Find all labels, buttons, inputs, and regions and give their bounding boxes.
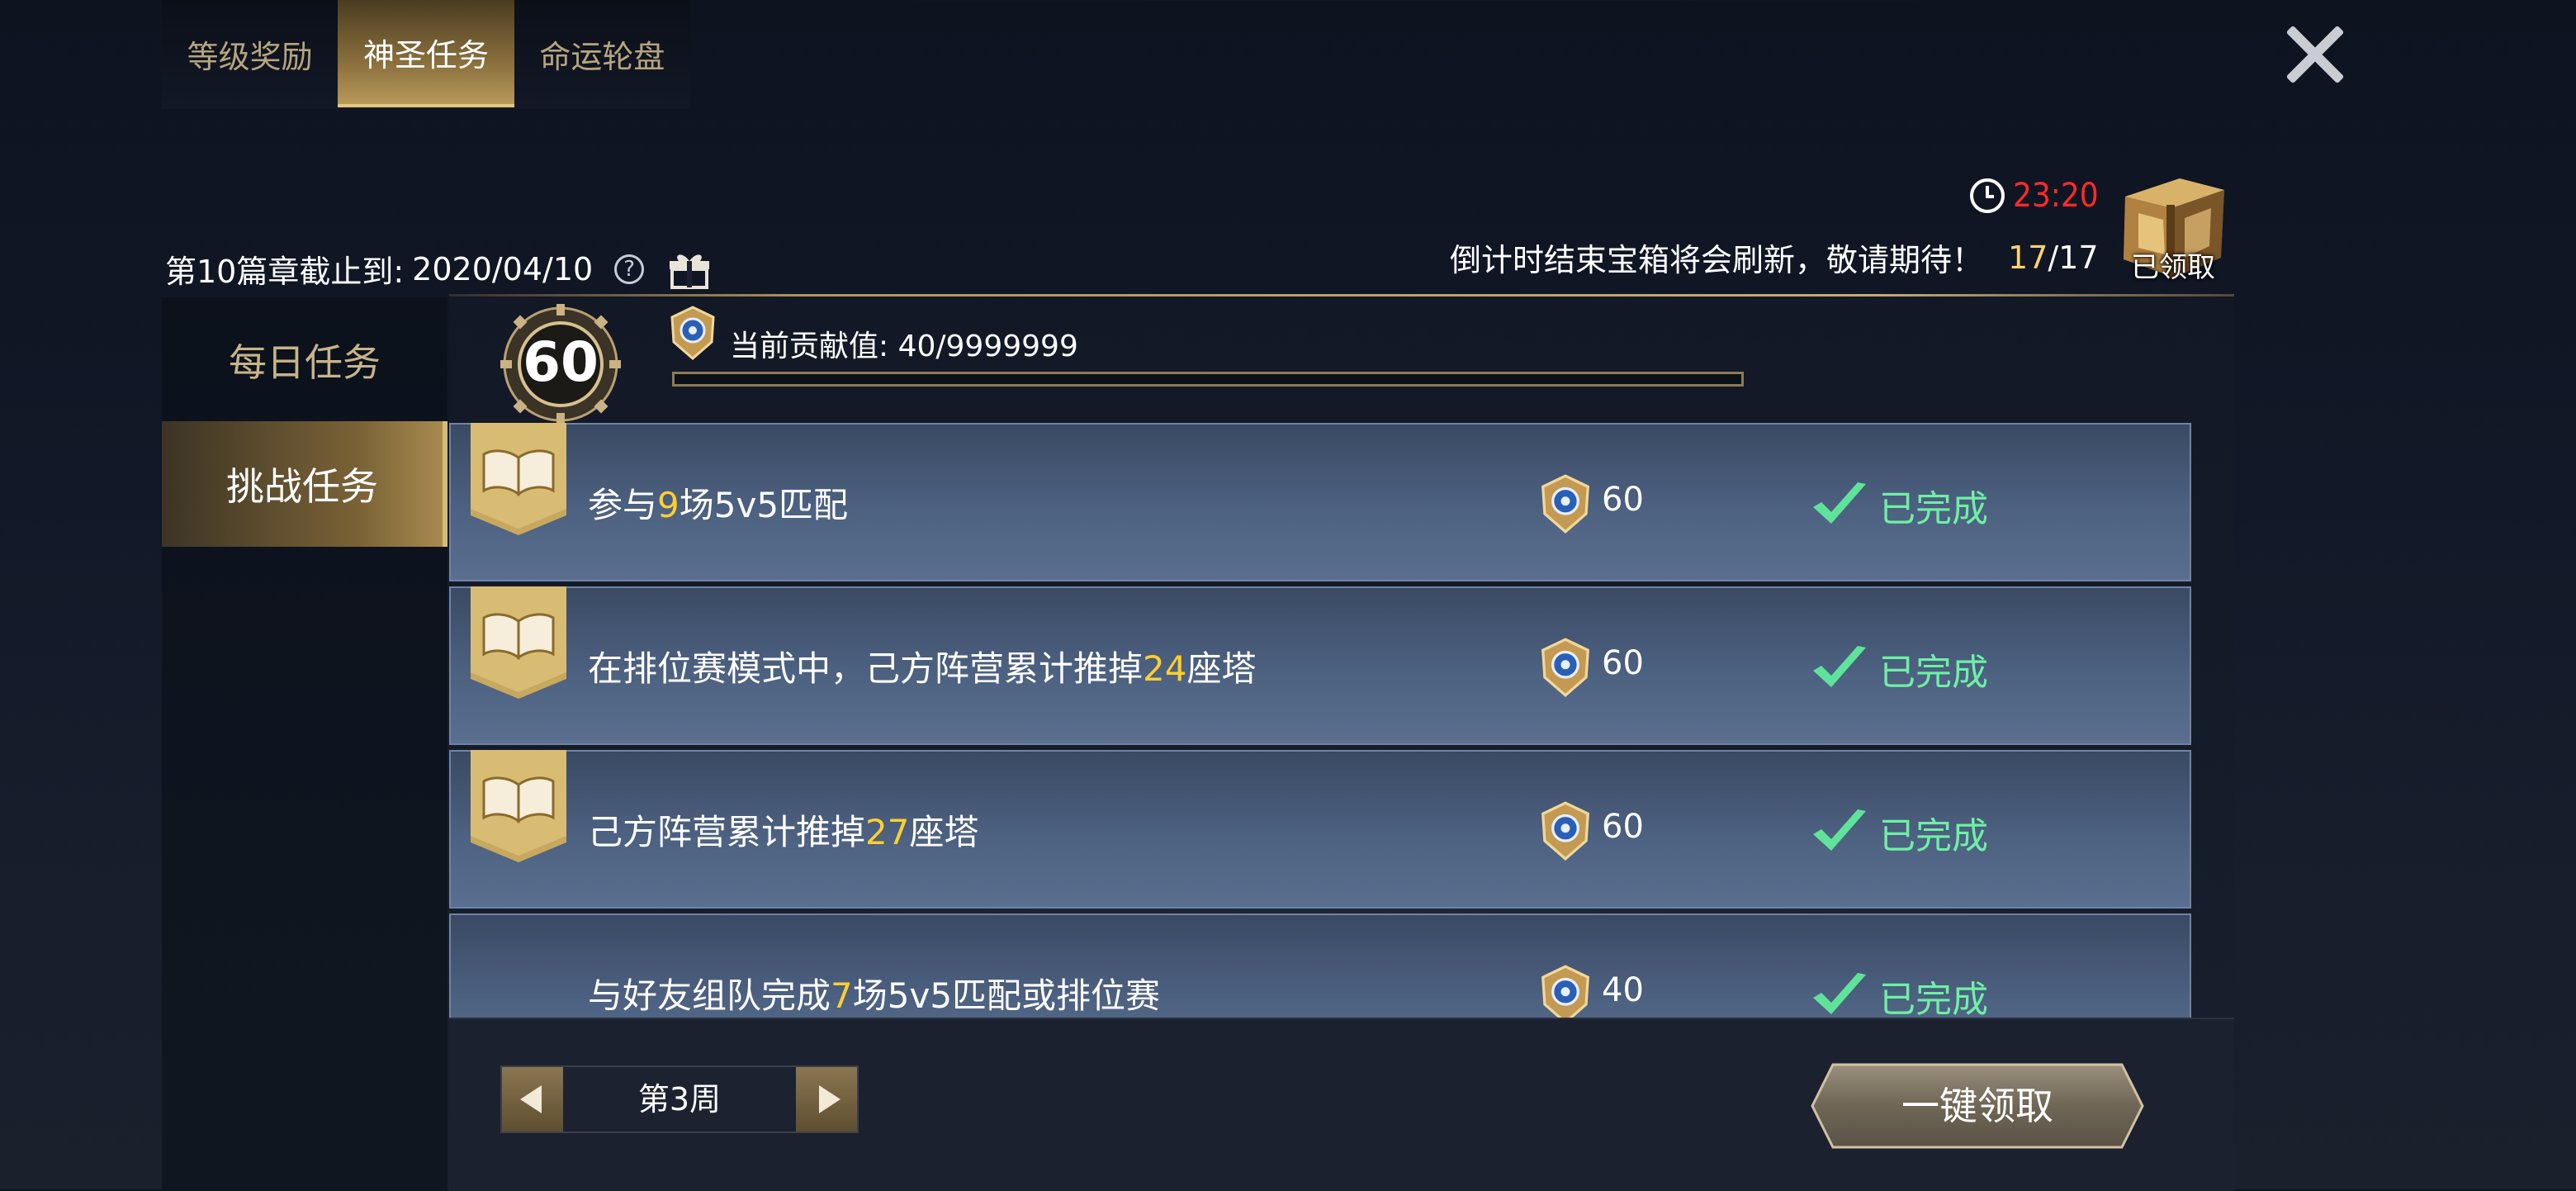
tab-level-rewards[interactable]: 等级奖励 [162, 0, 338, 107]
task-text: 在排位赛模式中，己方阵营累计推掉 [588, 648, 1144, 689]
prev-week-button[interactable] [502, 1067, 563, 1132]
task-description: 在排位赛模式中，己方阵营累计推掉24座塔 [588, 641, 1256, 691]
contribution-label: 当前贡献值: [730, 330, 889, 363]
side-item-daily[interactable]: 每日任务 [162, 297, 447, 423]
task-description: 与好友组队完成7场5v5匹配或排位赛 [588, 968, 1160, 1018]
gift-icon[interactable] [667, 249, 712, 289]
next-week-button[interactable] [796, 1067, 857, 1132]
task-text: 己方阵营累计推掉 [588, 812, 866, 852]
chest-count: 17/17 [2008, 240, 2099, 276]
chapter-deadline: 第10篇章截止到: 2020/04/10 ? [165, 246, 712, 292]
countdown-value: 23:20 [2013, 177, 2099, 215]
task-row: 参与9场5v5匹配 60 已完成 [449, 423, 2191, 581]
side-item-challenge[interactable]: 挑战任务 [162, 421, 447, 547]
task-reward: 60 [1602, 644, 1644, 682]
task-highlight: 7 [831, 975, 853, 1016]
chest-count-total: /17 [2048, 239, 2099, 276]
task-description: 参与9场5v5匹配 [588, 477, 848, 528]
task-highlight: 9 [657, 485, 680, 525]
task-status: 已完成 [1879, 815, 1988, 857]
chapter-deadline-label: 第10篇章截止到: [165, 254, 405, 290]
task-row: 在排位赛模式中，己方阵营累计推掉24座塔 60 已完成 [449, 586, 2191, 745]
contribution-value: 40/9999999 [897, 330, 1078, 363]
week-selector: 第3周 [500, 1065, 859, 1133]
task-reward: 60 [1602, 808, 1644, 846]
book-icon [471, 423, 566, 535]
task-highlight: 24 [1143, 648, 1187, 689]
tab-fate-wheel[interactable]: 命运轮盘 [514, 0, 690, 107]
close-icon[interactable] [2282, 21, 2348, 88]
medal-icon [1541, 474, 1589, 534]
medal-icon [1541, 638, 1589, 697]
task-text: 场5v5匹配或排位赛 [852, 975, 1161, 1016]
chapter-deadline-date: 2020/04/10 [412, 250, 594, 287]
check-icon [1813, 482, 1866, 524]
task-status: 已完成 [1879, 979, 1988, 1018]
refresh-note-text: 倒计时结束宝箱将会刷新，敬请期待！ [1450, 242, 1984, 278]
task-row: 与好友组队完成7场5v5匹配或排位赛 40 已完成 [449, 913, 2191, 1018]
claim-all-label: 一键领取 [1901, 1084, 2053, 1128]
chest-count-current: 17 [2008, 239, 2048, 276]
task-text: 参与 [588, 485, 658, 525]
contribution-progress-bar [672, 372, 1744, 387]
contribution-medal-icon [670, 306, 715, 360]
side-menu: 每日任务 挑战任务 [162, 297, 447, 1189]
task-text: 座塔 [1186, 648, 1257, 689]
contribution-text: 当前贡献值: 40/9999999 [730, 322, 1078, 365]
task-text: 与好友组队完成 [588, 975, 831, 1016]
book-icon [471, 750, 566, 862]
chest-claimed-label: 已领取 [2131, 251, 2215, 284]
tab-holy-missions[interactable]: 神圣任务 [338, 0, 514, 107]
task-reward: 40 [1602, 971, 1644, 1009]
medal-icon [1541, 965, 1589, 1018]
task-status: 已完成 [1879, 488, 1988, 530]
check-icon [1813, 646, 1866, 687]
chest-refresh-note: 倒计时结束宝箱将会刷新，敬请期待！ 17/17 [1450, 235, 2099, 280]
top-tab-bar: 等级奖励 神圣任务 命运轮盘 [162, 0, 690, 109]
level-value: 60 [523, 330, 599, 394]
task-reward: 60 [1602, 481, 1644, 519]
check-icon [1813, 973, 1866, 1014]
task-list[interactable]: 参与9场5v5匹配 60 已完成 在排位赛模式中，己方阵营累计推掉24座塔 60… [449, 423, 2191, 1018]
help-icon[interactable]: ? [614, 254, 645, 284]
check-icon [1813, 809, 1866, 851]
task-status: 已完成 [1879, 652, 1988, 694]
header-divider [449, 294, 2234, 297]
week-label: 第3周 [637, 1081, 722, 1117]
task-text: 座塔 [909, 812, 979, 852]
clock-icon [1970, 178, 2005, 213]
book-icon [471, 586, 566, 699]
countdown-timer: 23:20 [1970, 177, 2099, 215]
medal-icon [1541, 801, 1589, 861]
task-description: 己方阵营累计推掉27座塔 [588, 804, 978, 855]
task-row: 己方阵营累计推掉27座塔 60 已完成 [449, 750, 2191, 909]
task-highlight: 27 [865, 812, 910, 852]
task-text: 场5v5匹配 [679, 485, 849, 525]
